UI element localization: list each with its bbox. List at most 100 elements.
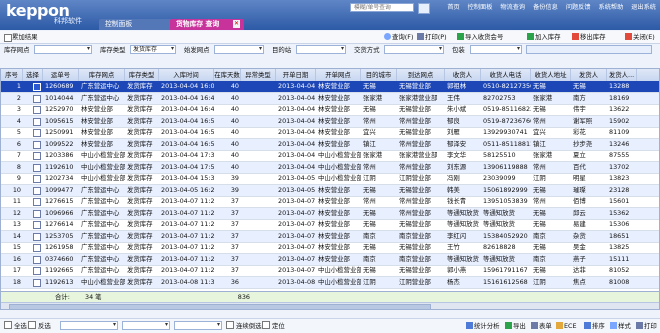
scrollbar-thumb[interactable] <box>9 304 431 309</box>
accumulate-checkbox[interactable] <box>4 34 12 42</box>
bottom-select-3[interactable] <box>174 321 222 330</box>
filter-extra-field[interactable] <box>526 45 652 54</box>
style-button[interactable]: 样式 <box>610 321 631 331</box>
column-header[interactable]: 入库时间 <box>159 69 214 81</box>
menu-logistics-query[interactable]: 物流查询 <box>500 4 525 11</box>
table-row[interactable]: 5 1250991 林安营业部 发货库存 2013-04-04 16:54 40 2013-… <box>1 127 659 139</box>
tab-control-panel[interactable]: 控制面板 <box>99 19 181 30</box>
close-tab-icon[interactable]: ✕ <box>233 20 240 28</box>
row-select-checkbox[interactable] <box>33 221 41 229</box>
column-header[interactable]: 库存类型 <box>125 69 159 81</box>
menu-control-panel[interactable]: 控制面板 <box>468 4 493 11</box>
column-header[interactable]: 发货人 <box>571 69 607 81</box>
import-button[interactable]: 导入收货会号 <box>455 32 505 42</box>
pack-select[interactable] <box>470 45 522 54</box>
column-header[interactable]: 发货人... <box>607 69 637 81</box>
table-cell: 宜兴 <box>533 128 546 136</box>
column-header[interactable]: 开单网点 <box>316 69 361 81</box>
horizontal-scrollbar[interactable] <box>1 302 659 309</box>
row-select-checkbox[interactable] <box>33 209 41 218</box>
row-select-checkbox[interactable] <box>33 186 41 195</box>
action-toolbar: 累加结果 查询(F) 打印(P) 导入收货会号 加入库存 移出库存 关闭(E) <box>0 31 660 44</box>
column-header[interactable]: 异常类型 <box>241 69 276 81</box>
menu-logout[interactable]: 退出系统 <box>631 4 656 11</box>
table-row[interactable]: 17 1192665 广东营运中心 发货库存 2013-04-07 11:26 37 201… <box>1 265 659 277</box>
row-select-checkbox[interactable] <box>33 117 41 126</box>
column-header[interactable]: 到达网点 <box>397 69 445 81</box>
column-header[interactable]: 在库天数 <box>214 69 241 81</box>
locate-checkbox[interactable]: 定位 <box>262 321 285 331</box>
row-select-checkbox[interactable] <box>33 163 41 172</box>
table-row[interactable]: 13 1276614 广东营运中心 发货库存 2013-04-07 11:26 37 201… <box>1 219 659 231</box>
table-cell <box>241 185 276 196</box>
export-button[interactable]: 导出 <box>505 321 526 331</box>
column-header[interactable]: 序号 <box>1 69 23 81</box>
column-header[interactable]: 目的城市 <box>361 69 397 81</box>
depot-select[interactable] <box>34 45 92 54</box>
print-button[interactable]: 打印(P) <box>415 32 449 42</box>
remove-stock-button[interactable]: 移出库存 <box>570 32 608 42</box>
row-select-checkbox[interactable] <box>33 152 41 160</box>
row-select-checkbox[interactable] <box>33 83 41 91</box>
row-select-checkbox[interactable] <box>33 175 41 183</box>
sort-button[interactable]: 排序 <box>584 321 605 331</box>
destination-select[interactable] <box>296 45 346 54</box>
print-bottom-button[interactable]: 打印 <box>636 321 657 331</box>
table-row[interactable]: 6 1099522 林安营业部 发货库存 2013-04-04 16:54 40 2013-… <box>1 138 659 151</box>
tab-inventory-query[interactable]: 货物库存 查询 ✕ <box>170 19 244 30</box>
row-select-checkbox[interactable] <box>33 198 41 206</box>
close-button[interactable]: 关闭(E) <box>623 32 657 42</box>
row-select-checkbox[interactable] <box>33 244 41 252</box>
bottom-select-1[interactable] <box>60 321 118 330</box>
bottom-select-2[interactable] <box>122 321 170 330</box>
search-icon[interactable] <box>418 3 430 14</box>
table-row[interactable]: 4 1095615 林安营业部 发货库存 2013-04-04 16:52 40 2013-… <box>1 115 659 128</box>
table-row[interactable]: 11 1276615 广东营运中心 发货库存 2013-04-07 11:26 37 201… <box>1 196 659 208</box>
column-header[interactable]: 运单号 <box>43 69 79 81</box>
row-select-checkbox[interactable] <box>33 278 41 287</box>
table-row[interactable]: 2 1014044 广东营运中心 发货库存 2013-04-04 16:49 40 2013… <box>1 92 659 105</box>
menu-feedback[interactable]: 问题反馈 <box>566 4 591 11</box>
row-select-checkbox[interactable] <box>33 232 41 241</box>
table-row[interactable]: 3 1252970 林安营业部 发货库存 2013-04-04 16:44 40 2013-… <box>1 104 659 116</box>
menu-help[interactable]: 系统帮助 <box>599 4 624 11</box>
menu-backup-info[interactable]: 备份信息 <box>533 4 558 11</box>
table-row[interactable]: 8 1192610 中山小榄营业部 发货库存 2013-04-04 17:51 40 201… <box>1 161 659 174</box>
origin-select[interactable] <box>214 45 264 54</box>
column-header[interactable]: 开单日期 <box>276 69 316 81</box>
table-row[interactable]: 9 1202734 中山小榄营业部 发货库存 2013-04-04 15:39 39 201… <box>1 173 659 185</box>
form-button[interactable]: 表单 <box>531 321 552 331</box>
row-select-checkbox[interactable] <box>33 140 41 149</box>
query-button[interactable]: 查询(F) <box>382 32 415 42</box>
table-row[interactable]: 10 1099477 广东营运中心 发货库存 2013-04-05 16:27 39 201… <box>1 184 659 197</box>
row-select-checkbox[interactable] <box>33 267 41 275</box>
global-search-input[interactable]: 模糊/单号查询 <box>350 3 414 12</box>
column-header[interactable]: 收货人地址 <box>531 69 571 81</box>
table-cell: 1192610 <box>45 162 74 171</box>
column-header[interactable]: 收货人电话 <box>481 69 531 81</box>
table-row[interactable]: 16 0374660 广东营运中心 发货库存 2013-04-07 11:26 37 201… <box>1 253 659 266</box>
ece-button[interactable]: ECE <box>556 321 577 331</box>
row-select-checkbox[interactable] <box>33 94 41 103</box>
column-header[interactable]: 库存网点 <box>79 69 125 81</box>
table-row[interactable]: 12 1096966 广东营运中心 发货库存 2013-04-07 11:26 37 201… <box>1 207 659 220</box>
column-header[interactable]: 收货人 <box>445 69 481 81</box>
add-stock-button[interactable]: 加入库存 <box>525 32 563 42</box>
row-select-checkbox[interactable] <box>33 255 41 264</box>
select-all-button[interactable]: 全选 <box>4 321 27 331</box>
continuous-select-checkbox[interactable]: 连续倒选 <box>226 321 262 331</box>
table-row[interactable]: 14 1253705 广东营运中心 发货库存 2013-04-07 11:26 37 201… <box>1 230 659 243</box>
row-select-checkbox[interactable] <box>33 106 41 114</box>
row-select-checkbox[interactable] <box>33 129 41 137</box>
column-header[interactable]: 选择 <box>23 69 43 81</box>
table-row[interactable]: 1 1260689 广东营运中心 发货库存 2013-04-04 16:07 40 2013… <box>1 81 659 93</box>
stock-type-select[interactable]: 发货库存 <box>130 45 176 54</box>
table-row[interactable]: 15 1261958 广东营运中心 发货库存 2013-04-07 11:26 37 201… <box>1 242 659 254</box>
menu-home[interactable]: 首页 <box>447 4 459 11</box>
table-row[interactable]: 7 1203386 中山小榄营业部 发货库存 2013-04-04 17:33 40 201… <box>1 150 659 162</box>
statistics-button[interactable]: 统计分析 <box>466 321 500 331</box>
transport-select[interactable] <box>384 45 444 54</box>
table-row[interactable]: 18 1192613 中山小榄营业部 发货库存 2013-04-08 11:38 36 20… <box>1 276 659 289</box>
table-cell: 璀璨 <box>573 185 586 194</box>
invert-selection-button[interactable]: 反选 <box>28 321 51 331</box>
